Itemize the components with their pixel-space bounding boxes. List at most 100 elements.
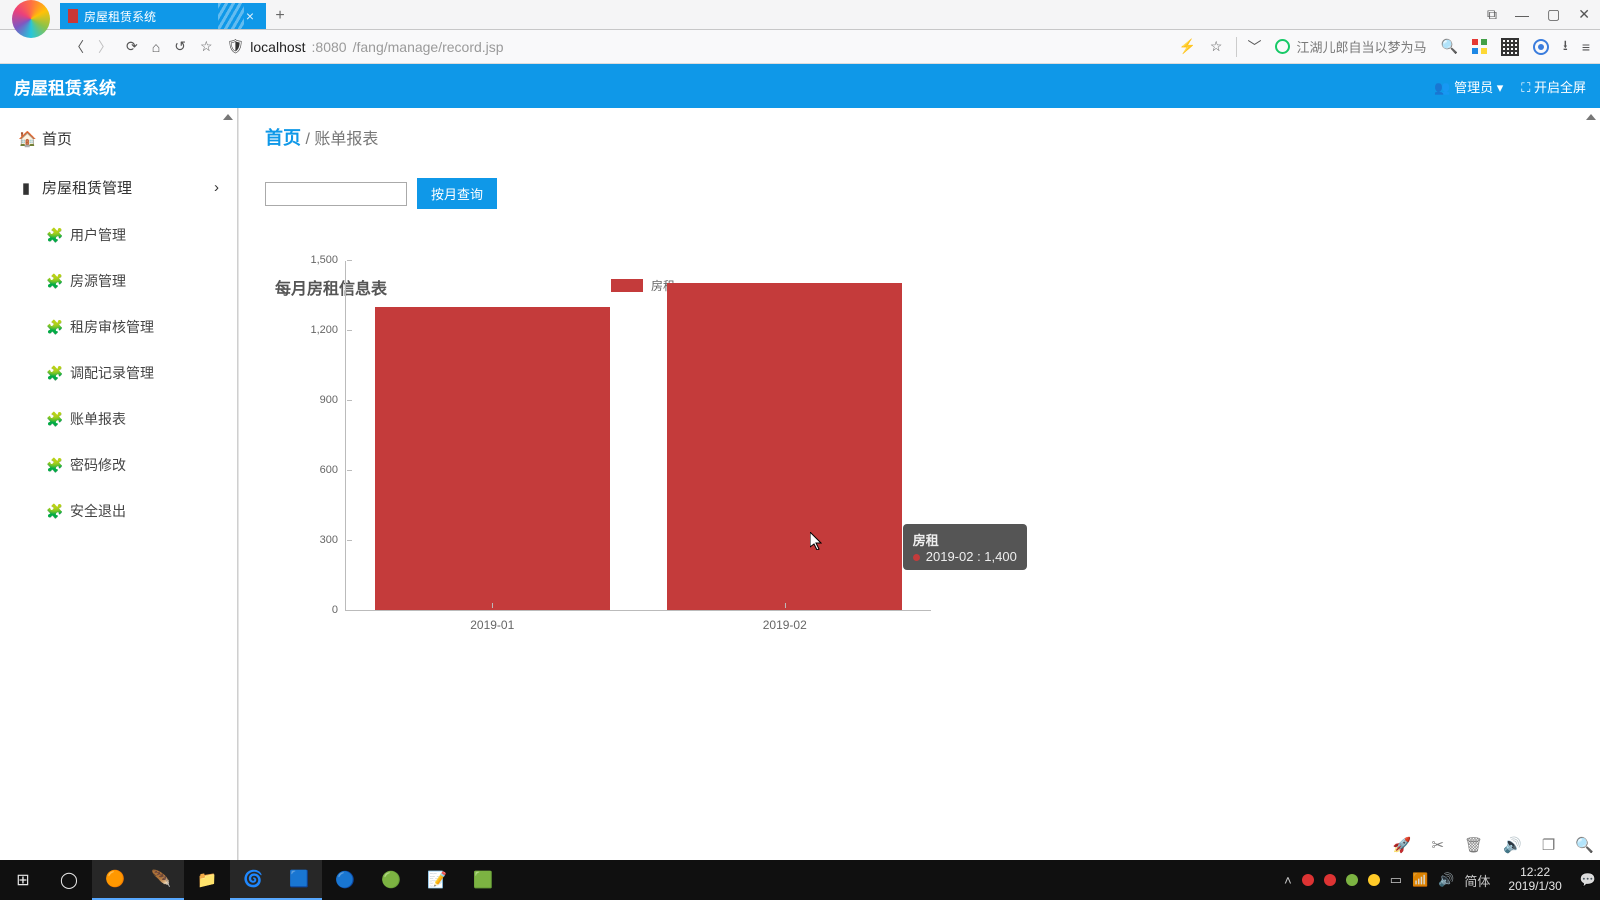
chart-ytick: 300	[320, 534, 346, 546]
tray-icon-3[interactable]	[1346, 874, 1358, 886]
tray-icon-1[interactable]	[1302, 874, 1314, 886]
cortana-button[interactable]: ◯	[46, 860, 92, 900]
content-scroll-up-icon[interactable]	[1586, 112, 1596, 120]
shield-circle-icon[interactable]	[1533, 39, 1549, 55]
trash-icon[interactable]: 🗑	[1464, 836, 1483, 854]
sidebar-item-label: 账单报表	[70, 409, 126, 429]
taskbar-app-wechat[interactable]: 🟢	[368, 860, 414, 900]
puzzle-icon: 🧩	[46, 319, 62, 336]
tray-clock[interactable]: 12:22 2019/1/30	[1500, 866, 1569, 894]
url-path: /fang/manage/record.jsp	[353, 39, 504, 55]
home-icon: 🏠	[18, 130, 34, 148]
hao-logo-icon	[1275, 39, 1290, 54]
sidebar-item-label: 房源管理	[70, 271, 126, 291]
url-field[interactable]: 🛡 localhost:8080/fang/manage/record.jsp	[227, 38, 504, 55]
tab-favicon-icon	[68, 9, 78, 23]
tray-volume-icon[interactable]: 🔊	[1438, 872, 1454, 888]
search-engine-widget[interactable]: 江湖儿郎自当以梦为马	[1275, 37, 1426, 56]
sidebar-item[interactable]: 🧩用户管理	[22, 212, 237, 258]
sidebar-item[interactable]: 🧩调配记录管理	[22, 350, 237, 396]
windows-taskbar: ⊞ ◯ 🟠 🪶 📁 🌀 🟦 🔵 🟢 📝 🟩 ˄ ▭ 📶 🔊 简体 12:22 2…	[0, 860, 1600, 900]
taskbar-app-notepad[interactable]: 📝	[414, 860, 460, 900]
tray-battery-icon[interactable]: ▭	[1390, 872, 1402, 888]
sound-icon[interactable]: 🔊	[1503, 836, 1522, 854]
flash-icon[interactable]: ⚡	[1178, 38, 1195, 55]
nav-forward-icon[interactable]: 〉	[98, 37, 112, 57]
sidebar: 🏠 首页 ▮房屋租赁管理 › 🧩用户管理🧩房源管理🧩租房审核管理🧩调配记录管理🧩…	[0, 108, 238, 860]
chevron-down-icon[interactable]: ﹀	[1236, 37, 1261, 57]
month-input[interactable]	[265, 182, 407, 206]
admin-menu[interactable]: 👥 管理员 ▾	[1434, 77, 1503, 96]
browser-status-bar: 🚀 ✂ 🗑 🔊 ❐ 🔍	[1393, 836, 1594, 854]
sidebar-scroll-up-icon[interactable]	[223, 112, 233, 120]
tray-icon-2[interactable]	[1324, 874, 1336, 886]
taskbar-app-ide[interactable]: 🟦	[276, 860, 322, 900]
search-icon[interactable]: 🔍	[1440, 38, 1457, 55]
browser-tab-active[interactable]: 房屋租赁系统 ×	[60, 3, 266, 29]
start-button[interactable]: ⊞	[0, 860, 46, 900]
sidebar-item[interactable]: 🧩 账单报表	[22, 396, 237, 442]
sidebar-item-home[interactable]: 🏠 首页	[0, 114, 237, 163]
chart-bar[interactable]	[375, 307, 610, 610]
taskbar-app-browser[interactable]: 🌀	[230, 860, 276, 900]
url-port: :8080	[312, 39, 347, 55]
zoom-icon[interactable]: 🔍	[1575, 836, 1594, 854]
sidebar-item[interactable]: 🧩安全退出	[22, 488, 237, 534]
tray-chevron-icon[interactable]: ˄	[1284, 873, 1292, 888]
puzzle-icon: 🧩	[46, 411, 62, 428]
nav-favorite-icon[interactable]: ☆	[200, 38, 213, 55]
tray-icon-4[interactable]	[1368, 874, 1380, 886]
nav-home-icon[interactable]: ⌂	[152, 39, 160, 55]
scissors-icon[interactable]: ✂	[1432, 836, 1445, 854]
taskbar-app-chrome[interactable]: 🔵	[322, 860, 368, 900]
chevron-right-icon: ›	[214, 179, 219, 196]
query-button[interactable]: 按月查询	[417, 178, 497, 209]
window-minimize-icon[interactable]: —	[1515, 7, 1529, 23]
taskbar-app-term[interactable]: 🟩	[460, 860, 506, 900]
window-close-icon[interactable]: ✕	[1578, 6, 1590, 23]
nav-back-icon[interactable]: 〈	[70, 37, 84, 57]
tray-date: 2019/1/30	[1508, 880, 1561, 894]
content-area: 首页 / 账单报表 按月查询 每月房租信息表 房租 03006009001,20…	[238, 108, 1600, 860]
chart-ytick: 900	[320, 394, 346, 406]
chart-ytick: 600	[320, 464, 346, 476]
chart-xtick: 2019-02	[763, 610, 807, 632]
star-icon[interactable]: ☆	[1210, 38, 1223, 55]
sidebar-item[interactable]: 🧩租房审核管理	[22, 304, 237, 350]
menu-icon[interactable]: ≡	[1582, 39, 1590, 55]
chart-bar[interactable]	[667, 283, 902, 610]
qr-code-icon[interactable]	[1501, 38, 1519, 56]
tab-decoration-icon	[218, 3, 244, 29]
tray-wifi-icon[interactable]: 📶	[1412, 872, 1428, 888]
rocket-icon[interactable]: 🚀	[1393, 836, 1412, 854]
browser-extension-icon[interactable]: ⧉	[1487, 6, 1497, 23]
apps-grid-icon[interactable]	[1472, 39, 1487, 54]
tab-close-icon[interactable]: ×	[242, 8, 258, 24]
breadcrumb-home-link[interactable]: 首页	[265, 128, 301, 148]
chart-container: 每月房租信息表 房租 03006009001,2001,5002019-0120…	[265, 261, 1574, 611]
sidebar-group-rental[interactable]: ▮房屋租赁管理 ›	[0, 163, 237, 212]
chart-plot-area[interactable]: 03006009001,2001,5002019-012019-02房租2019…	[345, 261, 931, 611]
window-maximize-icon[interactable]: ▢	[1547, 6, 1560, 23]
nav-reload-icon[interactable]: ⟳	[126, 38, 138, 55]
new-tab-button[interactable]: +	[266, 3, 294, 29]
fullscreen-button[interactable]: ⛶ 开启全屏	[1521, 77, 1586, 96]
nav-undo-icon[interactable]: ↺	[174, 38, 186, 55]
app-title: 房屋租赁系统	[14, 74, 116, 99]
breadcrumb: 首页 / 账单报表	[265, 124, 1574, 150]
taskbar-app-1[interactable]: 🟠	[92, 860, 138, 900]
tray-time: 12:22	[1508, 866, 1561, 880]
taskbar-app-2[interactable]: 🪶	[138, 860, 184, 900]
sidebar-item[interactable]: 🧩密码修改	[22, 442, 237, 488]
sidebar-item-label: 用户管理	[70, 225, 126, 245]
download-icon[interactable]: ⭳	[1563, 35, 1568, 59]
chart-xtick: 2019-01	[470, 610, 514, 632]
sidebar-item[interactable]: 🧩房源管理	[22, 258, 237, 304]
tray-notifications-icon[interactable]: 💬	[1580, 872, 1596, 888]
restore-icon[interactable]: ❐	[1542, 836, 1555, 854]
tray-ime-label[interactable]: 简体	[1464, 871, 1490, 890]
sidebar-item-label: 密码修改	[70, 455, 126, 475]
browser-address-bar: 〈 〉 ⟳ ⌂ ↺ ☆ 🛡 localhost:8080/fang/manage…	[0, 30, 1600, 64]
sidebar-item-label: 调配记录管理	[70, 363, 154, 383]
taskbar-file-explorer[interactable]: 📁	[184, 860, 230, 900]
